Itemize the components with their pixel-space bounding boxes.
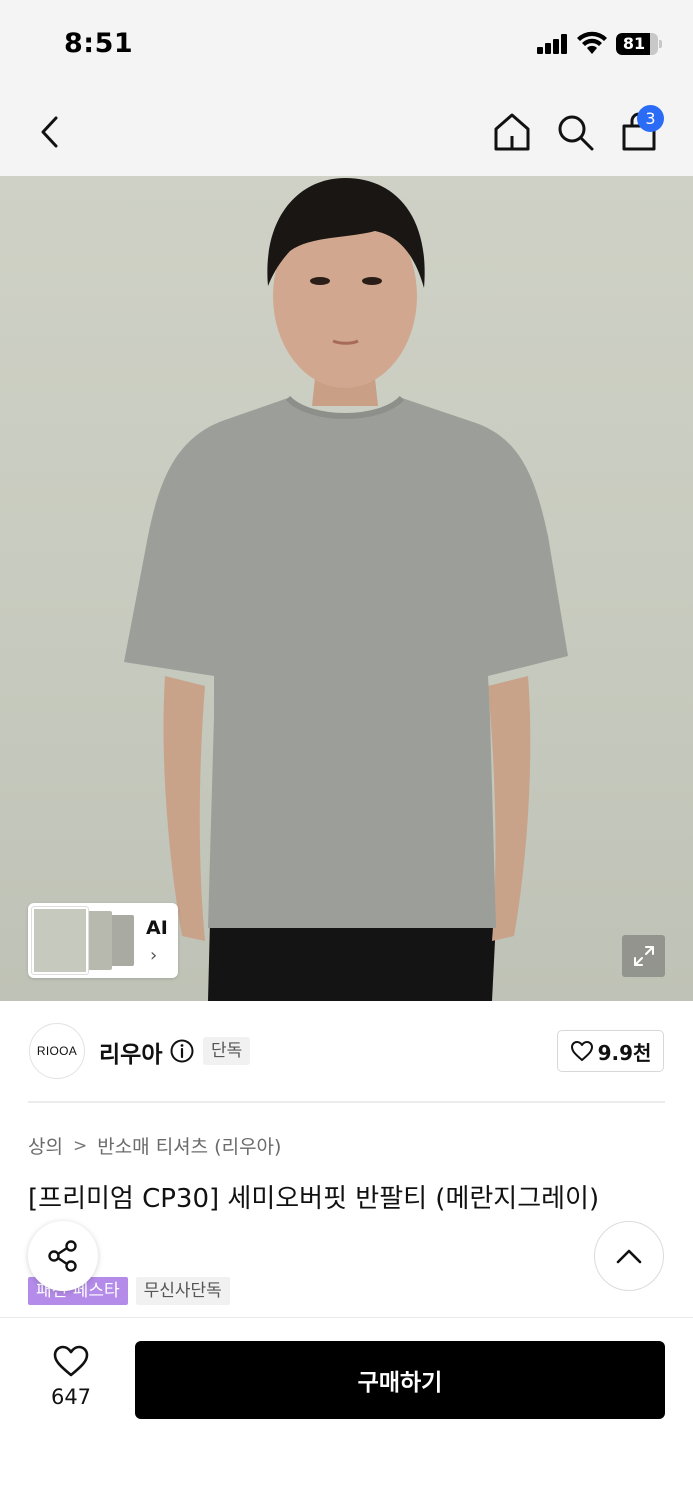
- heart-icon: [570, 1041, 593, 1061]
- ai-image-thumbnails[interactable]: AI ›: [28, 903, 178, 978]
- brand-logo[interactable]: RIOOA: [29, 1023, 85, 1079]
- brand-like-count: 9.9천: [597, 1040, 652, 1065]
- exclusive-badge: 단독: [203, 1037, 251, 1065]
- breadcrumb: 상의 > 반소매 티셔츠 (리우아): [28, 1132, 281, 1159]
- chevron-right-icon: ›: [150, 945, 158, 966]
- back-button[interactable]: [24, 106, 76, 158]
- bottom-action-bar: 647 구매하기: [0, 1317, 693, 1500]
- battery-icon: 81: [616, 33, 658, 55]
- thumbnail-selected: [32, 907, 88, 974]
- scroll-to-top-button[interactable]: [594, 1221, 664, 1291]
- expand-image-button[interactable]: [622, 935, 665, 977]
- chevron-left-icon: [41, 116, 58, 148]
- thumbnail: [84, 911, 112, 970]
- chevron-up-icon: [616, 1249, 642, 1264]
- status-time: 8:51: [64, 28, 134, 59]
- breadcrumb-item[interactable]: 반소매 티셔츠 (리우아): [97, 1132, 281, 1159]
- share-button[interactable]: [28, 1221, 98, 1291]
- breadcrumb-separator: >: [72, 1135, 88, 1156]
- battery-cap: [659, 40, 662, 48]
- search-icon: [558, 115, 594, 151]
- wishlist-count: 647: [50, 1385, 92, 1409]
- divider: [28, 1101, 665, 1103]
- expand-icon: [633, 946, 654, 966]
- status-bar: 8:51 81: [0, 0, 693, 88]
- cart-count-badge: 3: [637, 105, 664, 132]
- breadcrumb-item[interactable]: 상의: [28, 1132, 63, 1159]
- model-illustration: [124, 178, 568, 1001]
- wifi-icon: [577, 31, 607, 54]
- wishlist-button[interactable]: 647: [36, 1344, 106, 1414]
- tag-musinsa-exclusive: 무신사단독: [135, 1277, 230, 1305]
- home-icon: [494, 113, 530, 151]
- home-button[interactable]: [486, 106, 538, 158]
- ai-label: AI: [146, 917, 168, 939]
- info-icon[interactable]: [170, 1039, 194, 1063]
- heart-icon: [53, 1345, 89, 1377]
- brand-like-button[interactable]: 9.9천: [557, 1030, 664, 1072]
- brand-row: RIOOA 리우아 단독 9.9천: [0, 1001, 693, 1101]
- thumbnail: [110, 915, 134, 966]
- product-image[interactable]: [0, 176, 693, 1001]
- buy-button[interactable]: 구매하기: [135, 1341, 665, 1419]
- search-button[interactable]: [549, 106, 601, 158]
- battery-percent: 81: [622, 34, 646, 53]
- cellular-signal-icon: [537, 34, 569, 54]
- product-title: [프리미엄 CP30] 세미오버핏 반팔티 (메란지그레이): [28, 1184, 600, 1214]
- brand-name[interactable]: 리우아: [99, 1035, 162, 1069]
- share-icon: [48, 1240, 77, 1272]
- top-nav: [0, 88, 693, 176]
